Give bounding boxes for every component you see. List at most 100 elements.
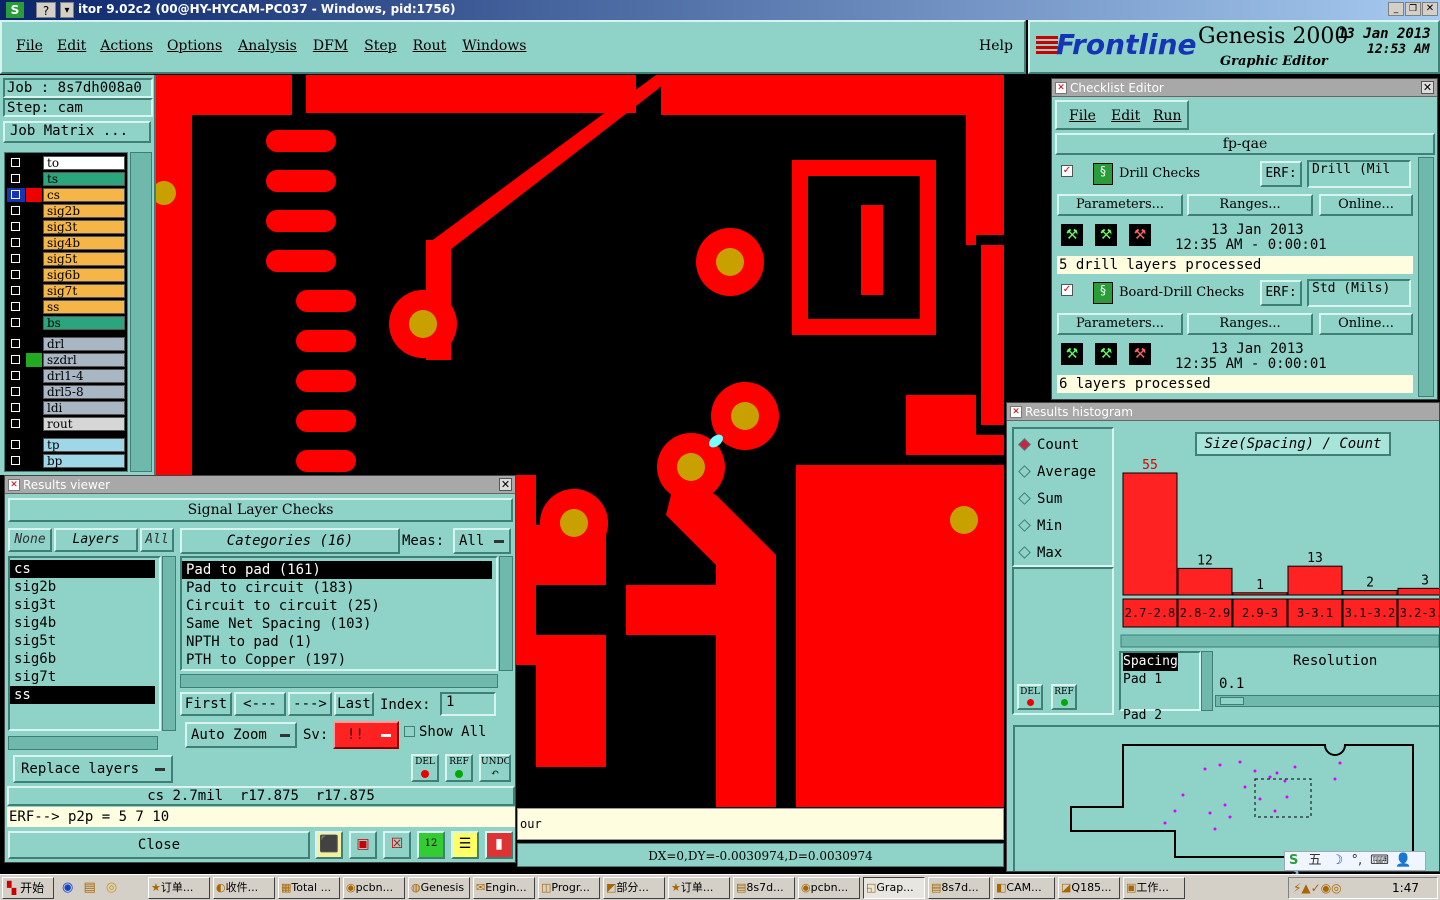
histogram-mode-radio[interactable]: Count — [1018, 437, 1079, 457]
taskbar-button[interactable]: ◍Genesis — [408, 877, 470, 899]
layer-row[interactable]: ss — [7, 299, 125, 314]
layer-checkbox[interactable] — [7, 316, 25, 330]
board-minimap[interactable] — [1013, 725, 1439, 871]
tray-icons[interactable]: ⚡▲✓◉◎ — [1293, 881, 1342, 895]
help-icon[interactable]: ? — [36, 2, 56, 18]
close-button[interactable]: ✕ — [1422, 2, 1438, 16]
menu-analysis[interactable]: Analysis — [238, 38, 297, 54]
layer-row[interactable]: sig2b — [7, 203, 125, 218]
checklist-scrollbar[interactable] — [1418, 157, 1434, 397]
layer-name[interactable]: sig4b — [43, 236, 125, 250]
layer-row[interactable]: cs — [7, 187, 125, 202]
taskbar-button[interactable]: ✉Engin... — [473, 877, 535, 899]
parameters-button[interactable]: Parameters... — [1057, 313, 1183, 335]
show-all-checkbox[interactable] — [404, 726, 415, 737]
layer-name[interactable]: ts — [43, 172, 125, 186]
layer-name[interactable]: sig5t — [43, 252, 125, 266]
check-enable-checkbox[interactable]: ✓ — [1061, 284, 1073, 296]
layer-checkbox[interactable] — [7, 268, 25, 282]
checklist-menu-edit[interactable]: Edit — [1111, 108, 1140, 124]
taskbar-button[interactable]: ▤8s7d... — [733, 877, 795, 899]
taskbar-button[interactable]: ◪Q185... — [1058, 877, 1120, 899]
taskbar-button[interactable]: ▣工作... — [1123, 877, 1185, 899]
result-layer-item[interactable]: sig3t — [10, 596, 159, 614]
layer-checkbox[interactable] — [7, 438, 25, 452]
histogram-mode-radio[interactable]: Max — [1018, 545, 1062, 565]
layer-name[interactable]: sig2b — [43, 204, 125, 218]
menu-arrow-icon[interactable]: ▾ — [60, 2, 74, 18]
taskbar-button[interactable]: ▦Total ... — [278, 877, 340, 899]
layer-list-scrollbar[interactable] — [162, 556, 176, 731]
layer-name[interactable]: ss — [43, 300, 125, 314]
spacing-item[interactable]: Spacing — [1123, 653, 1178, 671]
prev-button[interactable]: <--- — [234, 692, 286, 716]
highlight-icon[interactable]: ⬛ — [315, 831, 343, 859]
last-button[interactable]: Last — [334, 692, 374, 716]
layer-name[interactable]: tp — [43, 438, 125, 452]
parameters-button[interactable]: Parameters... — [1057, 194, 1183, 216]
online-button[interactable]: Online... — [1319, 194, 1413, 216]
taskbar-button[interactable]: ◐收件... — [213, 877, 275, 899]
layer-name[interactable]: szdrl — [43, 353, 125, 367]
category-item[interactable]: NPTH to pad (1) — [182, 633, 496, 651]
hist-ref-button[interactable]: REF — [1051, 684, 1077, 710]
layer-row[interactable]: tp — [7, 437, 125, 452]
result-layer-item[interactable]: sig5t — [10, 632, 159, 650]
spacing-list[interactable]: Spacing Pad 1 Pad 2 — [1119, 651, 1201, 723]
report-icon[interactable]: ☰ — [451, 831, 479, 859]
undo-button[interactable]: UNDO ↶ — [479, 754, 511, 782]
run-icon[interactable]: ⚒ — [1059, 222, 1085, 248]
all-layers-button[interactable]: All — [140, 528, 174, 552]
category-item[interactable]: PTH to Copper (197) — [182, 651, 496, 669]
start-button[interactable]: ▚ 开始 — [2, 877, 54, 899]
taskbar-button[interactable]: ▤8s7d... — [928, 877, 990, 899]
erf-field[interactable]: Std (Mils) — [1307, 279, 1411, 307]
result-layer-item[interactable]: ss — [10, 686, 155, 704]
taskbar-button[interactable]: ★订单... — [668, 877, 730, 899]
category-item[interactable]: Circuit to circuit (25) — [182, 597, 496, 615]
run-selected-icon[interactable]: ⚒ — [1093, 222, 1119, 248]
result-layer-item[interactable]: sig4b — [10, 614, 159, 632]
histogram-icon[interactable]: ▮ — [485, 831, 513, 859]
category-hscrollbar[interactable] — [180, 674, 498, 688]
result-layer-item[interactable]: sig7t — [10, 668, 159, 686]
layer-name[interactable]: sig6b — [43, 268, 125, 282]
next-button[interactable]: ---> — [288, 692, 332, 716]
layer-checkbox[interactable] — [7, 300, 25, 314]
layer-row[interactable]: ts — [7, 171, 125, 186]
checklist-menu-file[interactable]: File — [1069, 108, 1096, 124]
spacing-item[interactable]: Pad 2 — [1123, 707, 1199, 725]
category-item[interactable]: Same Net Spacing (103) — [182, 615, 496, 633]
stop-run-icon[interactable]: ⚒ — [1127, 341, 1153, 367]
check-enable-checkbox[interactable]: ✓ — [1061, 165, 1073, 177]
layer-row[interactable]: ldi — [7, 400, 125, 415]
run-selected-icon[interactable]: ⚒ — [1093, 341, 1119, 367]
layer-checkbox[interactable] — [7, 401, 25, 415]
layer-row[interactable]: szdrl — [7, 352, 125, 367]
replace-layers-dropdown[interactable]: Replace layers — [13, 755, 173, 783]
run-icon[interactable]: ⚒ — [1059, 341, 1085, 367]
layer-row[interactable]: sig7t — [7, 283, 125, 298]
menu-options[interactable]: Options — [167, 38, 222, 54]
app-icon[interactable]: S — [6, 2, 24, 18]
del-button[interactable]: DEL — [411, 754, 439, 782]
layer-checkbox[interactable] — [7, 369, 25, 383]
result-layer-item[interactable]: sig6b — [10, 650, 159, 668]
close-window-icon[interactable]: ✕ — [1421, 81, 1434, 94]
checklist-menu-run[interactable]: Run — [1153, 108, 1182, 124]
layer-row[interactable]: sig4b — [7, 235, 125, 250]
layer-row[interactable]: to — [7, 155, 125, 170]
result-layer-item[interactable]: cs — [10, 560, 155, 578]
histogram-mode-radio[interactable]: Sum — [1018, 491, 1062, 511]
spacing-item[interactable]: Pad 1 — [1123, 671, 1199, 689]
histogram-bar[interactable] — [1342, 590, 1398, 596]
erase-icon[interactable]: ▣ — [349, 831, 377, 859]
layer-checkbox[interactable] — [7, 204, 25, 218]
menu-step[interactable]: Step — [364, 38, 396, 54]
online-button[interactable]: Online... — [1319, 313, 1413, 335]
category-list[interactable]: Pad to pad (161) Pad to circuit (183) Circ… — [180, 556, 498, 671]
layer-checkbox[interactable] — [7, 220, 25, 234]
minimize-button[interactable]: _ — [1388, 2, 1404, 16]
histogram-bar[interactable] — [1122, 472, 1178, 596]
index-input[interactable]: 1 — [440, 692, 496, 716]
